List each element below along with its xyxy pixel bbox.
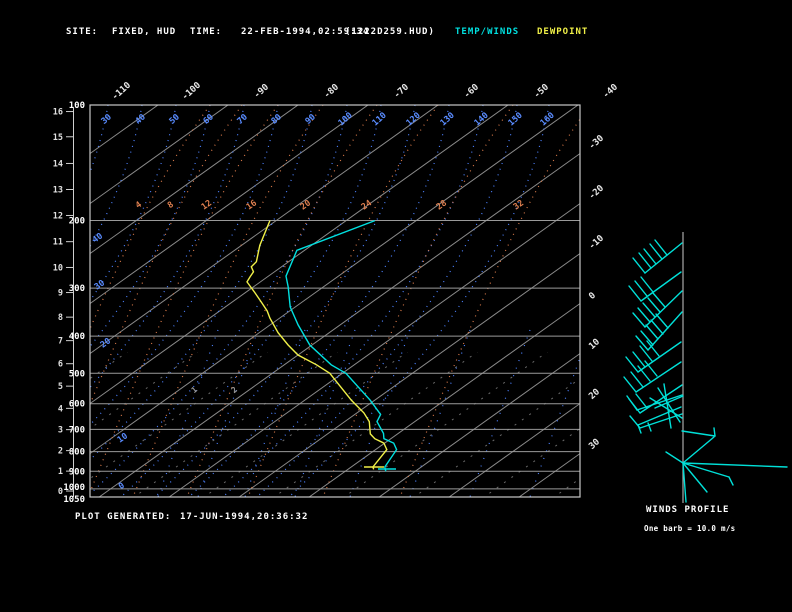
svg-text:800: 800 — [69, 448, 85, 458]
svg-text:-50: -50 — [532, 82, 551, 100]
svg-text:150: 150 — [507, 111, 525, 129]
svg-text:500: 500 — [69, 369, 85, 379]
isotherm-right-labels: -30 -20 -10 0 10 20 30 — [587, 133, 606, 451]
svg-text:100: 100 — [69, 101, 85, 111]
svg-text:-90: -90 — [252, 82, 271, 100]
svg-text:16: 16 — [245, 198, 259, 212]
svg-text:4: 4 — [58, 404, 63, 414]
svg-text:-100: -100 — [180, 81, 203, 103]
svg-text:12: 12 — [53, 211, 63, 221]
svg-text:15: 15 — [53, 133, 63, 143]
svg-text:30: 30 — [587, 437, 602, 452]
svg-text:13: 13 — [53, 185, 63, 195]
moist-adiabat-labels: 4 8 12 16 20 24 28 32 — [134, 198, 526, 212]
wind-barbs — [623, 239, 788, 503]
svg-text:24: 24 — [360, 198, 374, 212]
svg-text:70: 70 — [236, 112, 250, 126]
svg-text:140: 140 — [473, 111, 491, 129]
svg-text:40: 40 — [91, 231, 105, 245]
svg-text:80: 80 — [270, 112, 284, 126]
svg-text:20: 20 — [587, 387, 602, 402]
svg-text:11: 11 — [53, 238, 63, 248]
svg-text:50: 50 — [168, 112, 182, 126]
dewpoint-trace — [246, 220, 388, 470]
svg-text:30: 30 — [93, 278, 107, 292]
svg-text:-70: -70 — [392, 82, 411, 100]
mixing-ratio-labels: 12 — [190, 385, 240, 395]
svg-text:28: 28 — [435, 198, 449, 212]
svg-text:16: 16 — [53, 108, 63, 118]
svg-text:700: 700 — [69, 425, 85, 435]
svg-text:2: 2 — [58, 447, 63, 457]
svg-text:120: 120 — [405, 111, 423, 129]
moist-adiabats — [90, 105, 580, 497]
svg-text:1: 1 — [190, 385, 200, 395]
svg-text:1: 1 — [58, 467, 63, 477]
svg-text:110: 110 — [371, 111, 389, 129]
svg-text:-110: -110 — [110, 81, 133, 103]
svg-text:-10: -10 — [587, 233, 606, 251]
svg-text:-30: -30 — [587, 133, 606, 151]
svg-text:3: 3 — [58, 426, 63, 436]
svg-text:-60: -60 — [462, 82, 481, 100]
svg-text:5: 5 — [58, 382, 63, 392]
svg-text:0: 0 — [58, 487, 63, 497]
svg-text:200: 200 — [69, 217, 85, 227]
svg-text:0: 0 — [117, 481, 127, 492]
svg-text:12: 12 — [200, 198, 214, 212]
svg-text:0: 0 — [587, 291, 598, 302]
svg-text:6: 6 — [58, 360, 63, 370]
winds-profile-title: WINDS PROFILE — [646, 505, 730, 515]
svg-text:130: 130 — [439, 111, 457, 129]
height-axis: 012345678910111213141516 — [53, 107, 74, 497]
pressure-axis-labels: 10020030040050060070080090010001050 — [63, 101, 85, 505]
sounding-display-screen: SITE: FIXED, HUD TIME: 22-FEB-1994,02:59… — [0, 0, 792, 612]
svg-text:60: 60 — [202, 112, 216, 126]
svg-text:9: 9 — [58, 289, 63, 299]
svg-text:20: 20 — [299, 198, 313, 212]
svg-text:-40: -40 — [601, 82, 620, 100]
svg-text:14: 14 — [53, 159, 63, 169]
svg-text:7: 7 — [58, 337, 63, 347]
svg-text:40: 40 — [134, 112, 148, 126]
svg-text:1050: 1050 — [63, 495, 85, 505]
svg-text:8: 8 — [58, 313, 63, 323]
svg-text:10: 10 — [587, 337, 602, 352]
plot-generated-label: PLOT GENERATED: — [75, 512, 172, 522]
svg-text:30: 30 — [100, 112, 114, 126]
svg-text:-80: -80 — [322, 82, 341, 100]
svg-text:4: 4 — [134, 200, 144, 211]
svg-text:160: 160 — [539, 111, 557, 129]
svg-text:900: 900 — [69, 467, 85, 477]
isotherm-top-labels: -110 -100 -90 -80 -70 -60 -50 -40 — [110, 81, 620, 103]
svg-text:8: 8 — [166, 200, 176, 211]
svg-text:10: 10 — [53, 263, 63, 273]
dry-adiabat-labels: 30 40 50 60 70 80 90 100 110 120 130 140 150 16040302… — [91, 111, 557, 492]
winds-profile-legend: One barb = 10.0 m/s — [644, 524, 736, 533]
mixing-ratio-lines — [157, 329, 580, 497]
svg-text:-20: -20 — [587, 183, 606, 201]
dry-adiabats — [90, 105, 550, 497]
svg-text:2: 2 — [230, 385, 240, 395]
plot-generated-value: 17-JUN-1994,20:36:32 — [180, 512, 309, 522]
